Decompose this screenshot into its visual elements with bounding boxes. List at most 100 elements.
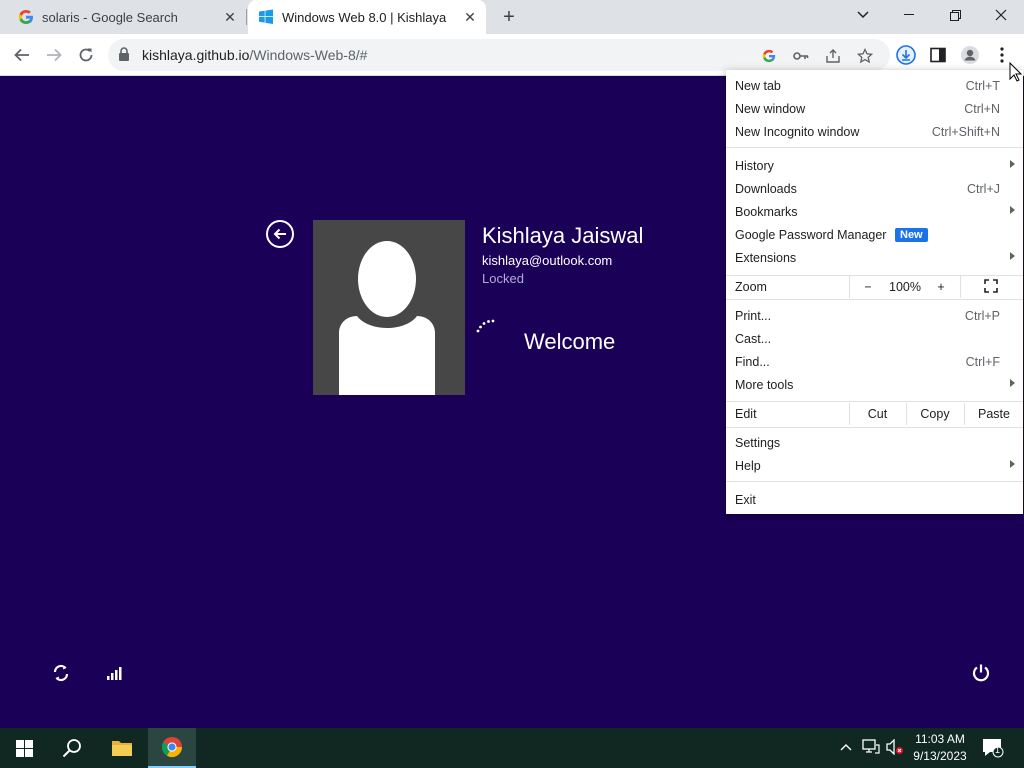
new-tab-button[interactable]: + [498,6,520,28]
menu-item-shortcut: Ctrl+N [964,101,1000,116]
menu-item-print[interactable]: Print... Ctrl+P [726,304,1023,327]
url-host: kishlaya.github.io [142,47,250,63]
search-icon [62,739,81,758]
mouse-cursor-icon [1009,61,1023,87]
side-panel-icon[interactable] [927,44,949,66]
clock-time: 11:03 AM [915,732,965,746]
close-tab-icon[interactable]: ✕ [462,9,478,25]
menu-item-label: History [735,158,774,173]
chrome-taskbar-button[interactable] [148,728,196,768]
tab-windows-web[interactable]: Windows Web 8.0 | Kishlaya Jaisw ✕ [248,0,486,34]
menu-divider [960,276,961,298]
start-button[interactable] [0,728,48,768]
cut-button[interactable]: Cut [850,407,905,421]
url-path: /Windows-Web-8/# [249,47,368,63]
menu-item-label: Find... [735,354,770,369]
profile-avatar-icon[interactable] [959,44,981,66]
menu-item-shortcut: Ctrl+J [967,181,1000,196]
notification-center-icon[interactable]: 1 [982,738,1004,761]
windows-logo-icon [258,9,274,25]
menu-separator [726,481,1023,482]
user-silhouette-icon [339,241,435,395]
menu-item-label: New window [735,101,806,116]
new-badge: New [895,227,928,242]
tab-strip: solaris - Google Search ✕ Windows Web 8.… [0,0,1024,34]
menu-item-label: Cast... [735,331,772,346]
google-lens-g-icon[interactable] [760,47,778,65]
taskbar-clock[interactable]: 11:03 AM 9/13/2023 [908,731,972,765]
network-icon[interactable] [862,739,880,758]
tab-google-search[interactable]: solaris - Google Search ✕ [0,0,246,34]
menu-item-label: New Incognito window [735,124,860,139]
menu-item-label: New tab [735,78,781,93]
menu-separator [726,299,1023,300]
zoom-out-button[interactable]: − [858,280,878,294]
network-signal-icon[interactable] [103,662,125,684]
menu-item-exit[interactable]: Exit [726,488,1023,511]
menu-item-shortcut: Ctrl+P [964,308,1000,323]
zoom-in-button[interactable]: + [931,280,951,294]
submenu-arrow-icon [1010,206,1015,214]
menu-item-more-tools[interactable]: More tools [726,373,1023,396]
submenu-arrow-icon [1010,379,1015,387]
menu-item-label: Print... [735,308,772,323]
menu-item-history[interactable]: History [726,154,1023,177]
user-name: Kishlaya Jaiswal [482,223,644,248]
close-window-button[interactable] [978,0,1024,30]
menu-edit-row: Edit Cut Copy Paste [726,403,1023,425]
menu-item-password-manager[interactable]: Google Password Manager New [726,223,1023,246]
file-explorer-button[interactable] [98,728,146,768]
copy-button[interactable]: Copy [907,407,963,421]
menu-item-find[interactable]: Find... Ctrl+F [726,350,1023,373]
submenu-arrow-icon [1010,160,1015,168]
share-icon[interactable] [824,47,842,65]
menu-item-label: Settings [735,435,781,450]
user-status: Locked [482,271,524,286]
url-text[interactable]: kishlaya.github.io/Windows-Web-8/# [142,47,367,63]
windows-start-icon [15,739,33,757]
tab-separator [246,9,247,25]
menu-item-label: Downloads [735,181,797,196]
lock-icon[interactable] [118,47,130,67]
minimize-button[interactable] [886,0,932,30]
tab-title: Windows Web 8.0 | Kishlaya Jaisw [282,9,450,25]
ease-of-access-icon[interactable] [50,662,72,684]
download-icon[interactable] [895,44,917,66]
menu-item-downloads[interactable]: Downloads Ctrl+J [726,177,1023,200]
loading-spinner-icon [475,317,499,337]
back-arrow-icon[interactable] [266,220,294,248]
menu-item-label: More tools [735,377,794,392]
edit-label: Edit [735,407,757,421]
menu-item-new-incognito-window[interactable]: New Incognito window Ctrl+Shift+N [726,120,1023,143]
reload-icon[interactable] [73,42,99,68]
menu-item-settings[interactable]: Settings [726,431,1023,454]
restore-button[interactable] [932,0,978,30]
address-bar[interactable]: kishlaya.github.io/Windows-Web-8/# [108,39,890,71]
zoom-level: 100% [889,280,921,294]
tab-search-chevron-icon[interactable] [840,0,886,30]
menu-item-bookmarks[interactable]: Bookmarks [726,200,1023,223]
volume-muted-icon[interactable] [886,738,904,758]
menu-separator [726,147,1023,148]
notification-count: 1 [995,745,1001,755]
key-icon[interactable] [792,47,810,65]
bookmark-star-icon[interactable] [856,47,874,65]
paste-button[interactable]: Paste [965,407,1023,421]
fullscreen-icon[interactable] [984,279,998,296]
chevron-up-icon[interactable] [840,740,852,754]
close-tab-icon[interactable]: ✕ [222,9,238,25]
menu-item-cast[interactable]: Cast... [726,327,1023,350]
menu-item-extensions[interactable]: Extensions [726,246,1023,269]
menu-item-label: Bookmarks [735,204,798,219]
menu-separator [726,401,1023,402]
back-arrow-icon[interactable] [9,42,35,68]
forward-arrow-icon[interactable] [41,42,67,68]
user-avatar [313,220,465,395]
search-button[interactable] [48,728,96,768]
menu-item-label: Extensions [735,250,797,265]
menu-item-help[interactable]: Help [726,454,1023,477]
chrome-menu: New tab Ctrl+T New window Ctrl+N New Inc… [726,70,1023,514]
menu-item-new-window[interactable]: New window Ctrl+N [726,97,1023,120]
menu-item-new-tab[interactable]: New tab Ctrl+T [726,74,1023,97]
power-icon[interactable] [970,662,992,684]
